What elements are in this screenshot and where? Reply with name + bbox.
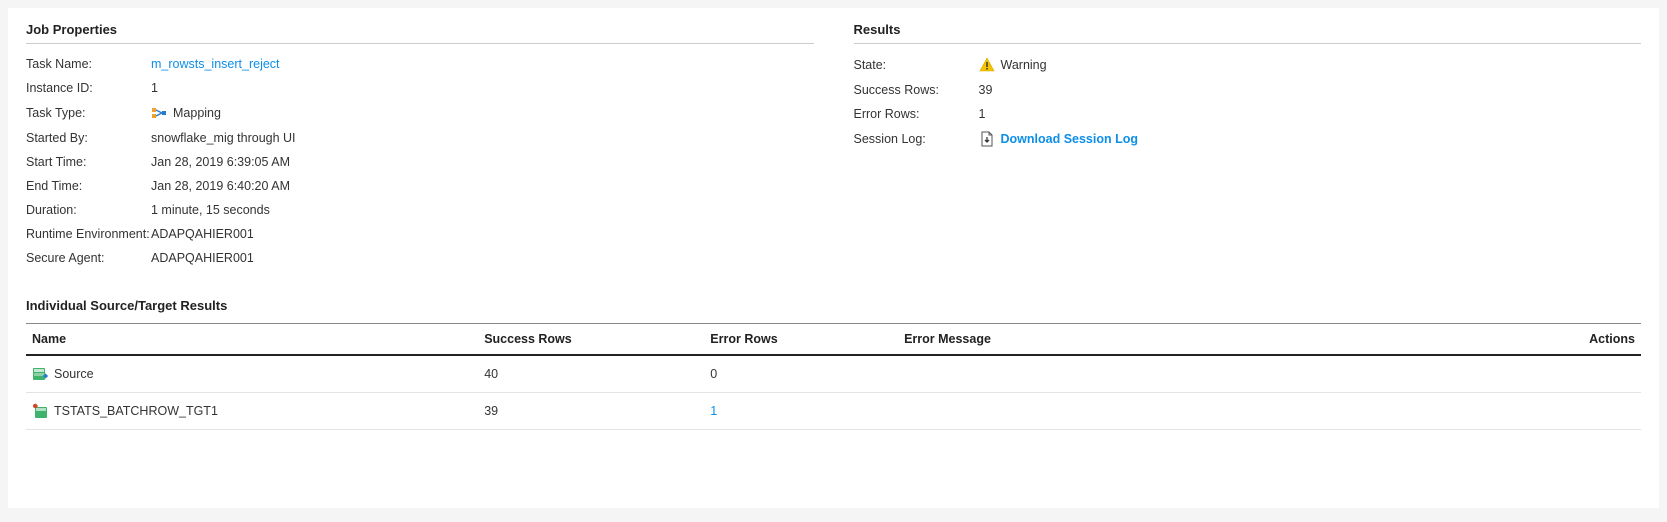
end-time-value: Jan 28, 2019 6:40:20 AM — [151, 179, 290, 193]
source-icon — [32, 366, 48, 382]
start-time-value: Jan 28, 2019 6:39:05 AM — [151, 155, 290, 169]
started-by-label: Started By: — [26, 131, 151, 145]
results-title: Results — [854, 22, 1642, 44]
end-time-label: End Time: — [26, 179, 151, 193]
secure-agent-label: Secure Agent: — [26, 251, 151, 265]
success-rows-row: Success Rows: 39 — [854, 78, 1642, 102]
state-value: Warning — [1001, 58, 1047, 72]
error-rows-label: Error Rows: — [854, 107, 979, 121]
secure-agent-value: ADAPQAHIER001 — [151, 251, 254, 265]
row-error-rows-link[interactable]: 1 — [710, 404, 717, 418]
success-rows-label: Success Rows: — [854, 83, 979, 97]
task-name-row: Task Name: m_rowsts_insert_reject — [26, 52, 814, 76]
row-error-rows: 0 — [704, 355, 898, 393]
error-rows-row: Error Rows: 1 — [854, 102, 1642, 126]
error-rows-value: 1 — [979, 107, 986, 121]
row-error-message — [898, 355, 1544, 393]
table-row: TSTATS_BATCHROW_TGT1 39 1 — [26, 393, 1641, 430]
task-name-link[interactable]: m_rowsts_insert_reject — [151, 57, 280, 71]
col-name-header[interactable]: Name — [26, 324, 478, 356]
instance-id-value: 1 — [151, 81, 158, 95]
runtime-env-value: ADAPQAHIER001 — [151, 227, 254, 241]
instance-id-row: Instance ID: 1 — [26, 76, 814, 100]
state-label: State: — [854, 58, 979, 72]
row-success-rows: 39 — [478, 393, 704, 430]
individual-results-table: Name Success Rows Error Rows Error Messa… — [26, 323, 1641, 430]
runtime-env-row: Runtime Environment: ADAPQAHIER001 — [26, 222, 814, 246]
duration-label: Duration: — [26, 203, 151, 217]
col-error-message-header[interactable]: Error Message — [898, 324, 1544, 356]
col-actions-header[interactable]: Actions — [1544, 324, 1641, 356]
target-icon — [32, 403, 48, 419]
row-error-message — [898, 393, 1544, 430]
task-name-label: Task Name: — [26, 57, 151, 71]
col-success-rows-header[interactable]: Success Rows — [478, 324, 704, 356]
job-details-panel: Job Properties Task Name: m_rowsts_inser… — [8, 8, 1659, 508]
task-type-row: Task Type: Mapping — [26, 100, 814, 126]
started-by-row: Started By: snowflake_mig through UI — [26, 126, 814, 150]
duration-value: 1 minute, 15 seconds — [151, 203, 270, 217]
download-session-log-link[interactable]: Download Session Log — [1001, 132, 1139, 146]
start-time-row: Start Time: Jan 28, 2019 6:39:05 AM — [26, 150, 814, 174]
row-actions — [1544, 393, 1641, 430]
warning-icon — [979, 57, 995, 73]
row-success-rows: 40 — [478, 355, 704, 393]
end-time-row: End Time: Jan 28, 2019 6:40:20 AM — [26, 174, 814, 198]
success-rows-value: 39 — [979, 83, 993, 97]
state-row: State: Warning — [854, 52, 1642, 78]
job-properties-section: Job Properties Task Name: m_rowsts_inser… — [26, 22, 814, 270]
task-type-label: Task Type: — [26, 106, 151, 120]
job-properties-title: Job Properties — [26, 22, 814, 44]
session-log-label: Session Log: — [854, 132, 979, 146]
results-section: Results State: Warning Success Rows: — [854, 22, 1642, 270]
mapping-icon — [151, 105, 167, 121]
runtime-env-label: Runtime Environment: — [26, 227, 151, 241]
individual-results-title: Individual Source/Target Results — [26, 298, 1641, 313]
row-name: TSTATS_BATCHROW_TGT1 — [54, 404, 218, 418]
duration-row: Duration: 1 minute, 15 seconds — [26, 198, 814, 222]
session-log-row: Session Log: Download Session Log — [854, 126, 1642, 152]
download-log-icon — [979, 131, 995, 147]
row-actions — [1544, 355, 1641, 393]
instance-id-label: Instance ID: — [26, 81, 151, 95]
col-error-rows-header[interactable]: Error Rows — [704, 324, 898, 356]
individual-results-section: Individual Source/Target Results Name Su… — [26, 298, 1641, 430]
table-row: Source 400 — [26, 355, 1641, 393]
start-time-label: Start Time: — [26, 155, 151, 169]
task-type-value: Mapping — [173, 106, 221, 120]
started-by-value: snowflake_mig through UI — [151, 131, 296, 145]
secure-agent-row: Secure Agent: ADAPQAHIER001 — [26, 246, 814, 270]
row-name: Source — [54, 367, 94, 381]
